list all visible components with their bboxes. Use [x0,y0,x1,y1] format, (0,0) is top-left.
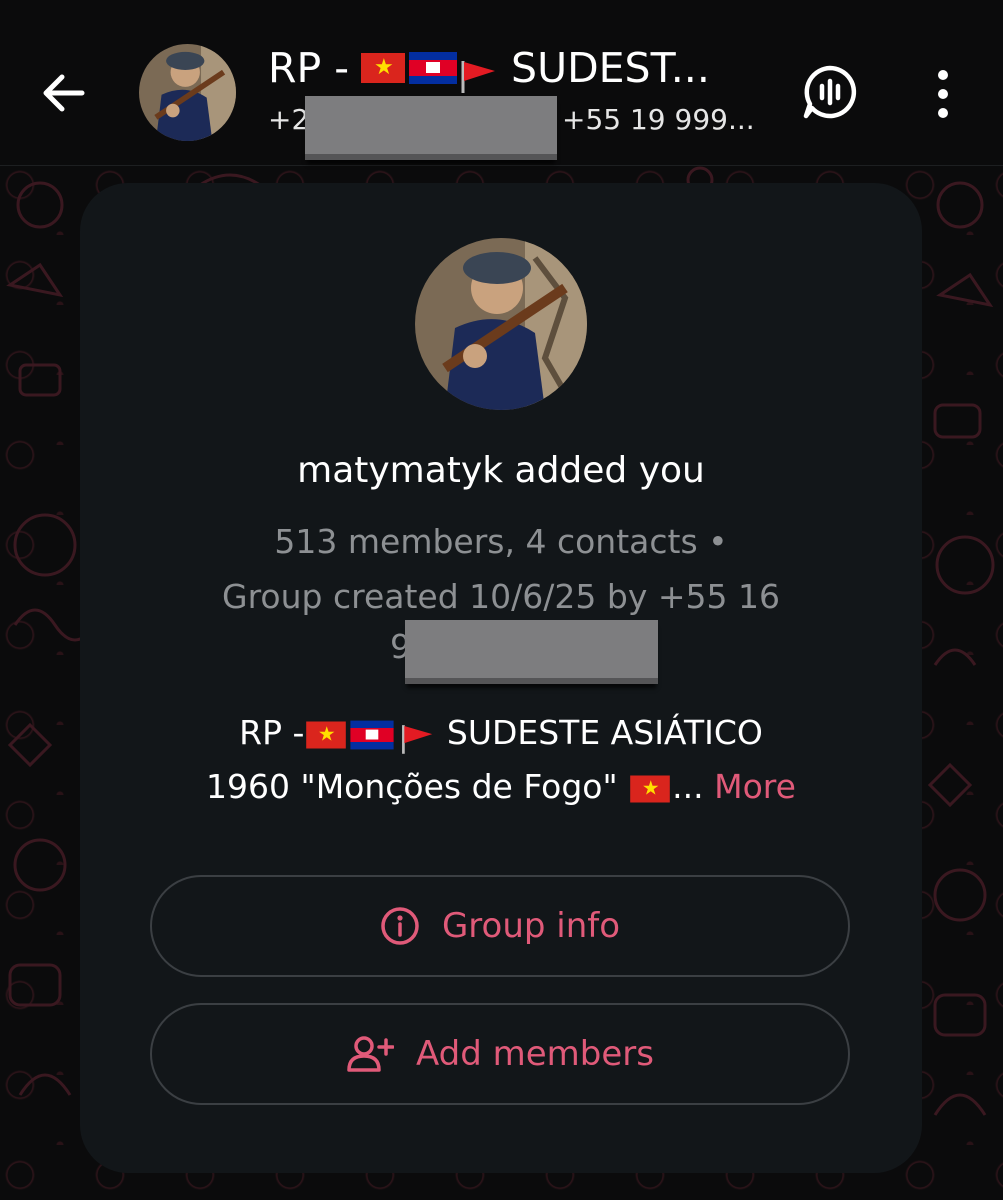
members-count: 513 members, 4 contacts • [274,522,728,561]
group-avatar-large[interactable] [415,238,587,410]
description-suffix: SUDESTE ASIÁTICO [446,713,763,752]
description-ellipsis: ... [672,767,704,806]
info-icon [381,907,419,945]
chat-header: RP - ★ SUDEST... +2 +55 19 999... [0,0,1003,166]
group-title[interactable]: RP - ★ SUDEST... [268,40,768,96]
created-text: Group created 10/6/25 by +55 16 [222,577,780,616]
vietnam-flag-icon: ★ [361,53,406,83]
vietnam-flag-icon: ★ [306,721,347,748]
participants-left: +2 [268,103,310,136]
voice-chat-icon[interactable] [800,62,860,122]
more-vertical-icon[interactable] [925,66,961,122]
group-info-button[interactable]: Group info [150,875,850,977]
add-members-label: Add members [416,1034,654,1074]
title-suffix: SUDEST... [511,44,710,92]
add-members-button[interactable]: Add members [150,1003,850,1105]
red-flag-icon [398,719,434,754]
arrow-left-icon[interactable] [38,67,90,119]
group-description: RP - ★ SUDESTE ASIÁTICO 1960 "Monções de … [80,706,922,814]
group-info-label: Group info [441,906,621,946]
description-prefix: RP - [239,713,305,752]
description-line-2: 1960 "Monções de Fogo" ★... More [80,760,922,814]
description-line-1: RP - ★ SUDESTE ASIÁTICO [80,706,922,760]
cambodia-flag-icon [409,52,458,84]
red-flag-icon [457,51,497,93]
group-avatar[interactable] [139,44,236,141]
redaction-box [305,96,557,160]
title-prefix: RP - [268,44,350,92]
add-person-icon [347,1036,394,1072]
vietnam-flag-icon: ★ [630,775,670,802]
more-link[interactable]: More [714,767,796,806]
redaction-box [405,620,658,684]
added-notice: matymatyk added you [297,450,705,491]
cambodia-flag-icon [350,720,394,749]
description-text: 1960 "Monções de Fogo" [206,767,618,806]
participants-right: +55 19 999... [562,103,755,136]
